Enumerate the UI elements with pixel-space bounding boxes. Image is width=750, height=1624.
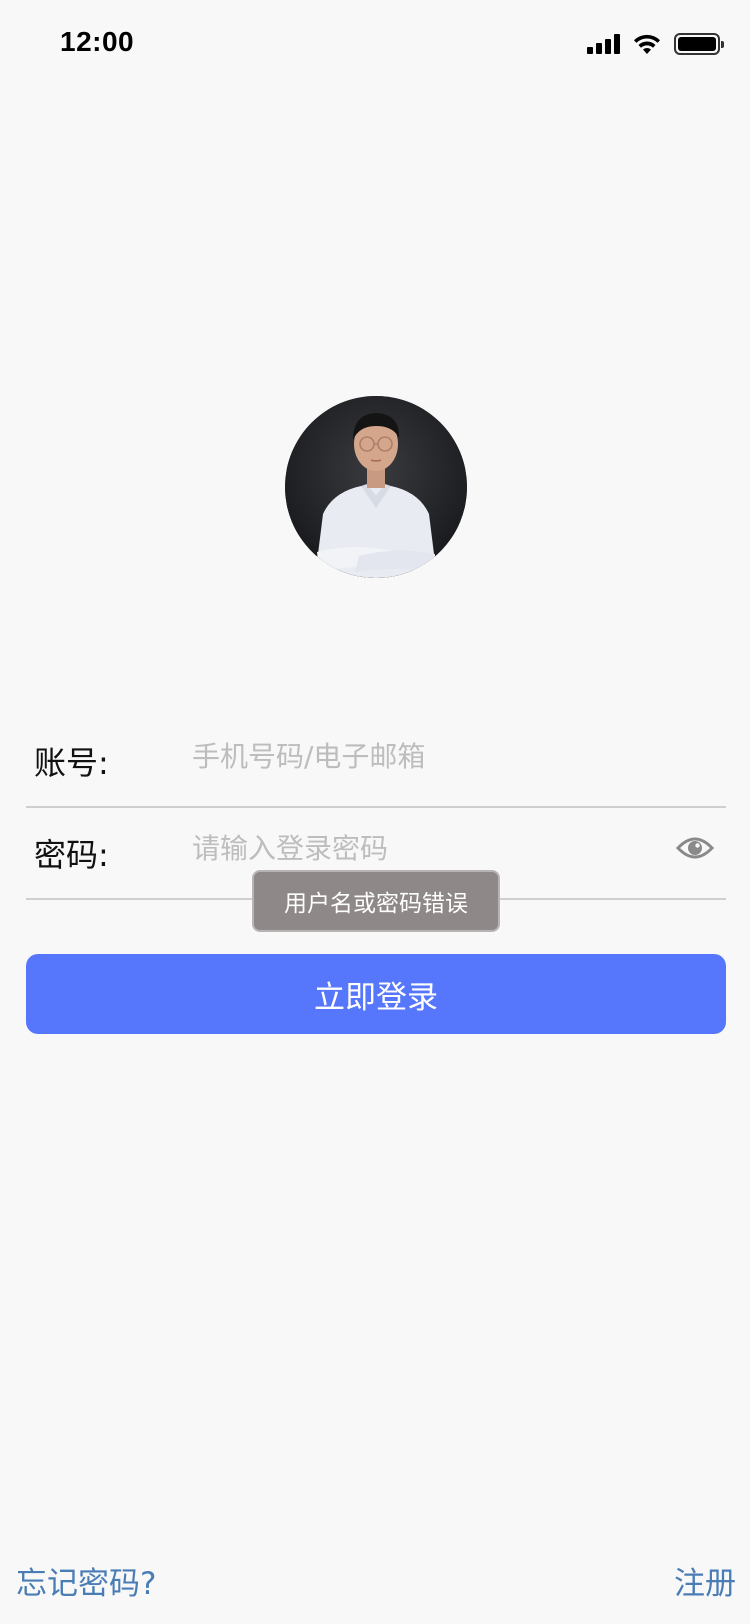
user-avatar-photo xyxy=(285,396,467,578)
account-input[interactable] xyxy=(192,728,652,784)
forgot-password-link[interactable]: 忘记密码? xyxy=(16,1558,156,1603)
login-button[interactable]: 立即登录 xyxy=(26,954,726,1034)
account-label: 账号: xyxy=(34,744,109,782)
status-icons xyxy=(587,30,724,58)
battery-icon xyxy=(674,33,724,55)
eye-icon[interactable] xyxy=(676,834,714,862)
account-row: 账号: xyxy=(26,716,726,808)
password-label: 密码: xyxy=(34,836,109,874)
wifi-icon xyxy=(634,34,660,54)
password-input[interactable] xyxy=(192,820,652,876)
status-time: 12:00 xyxy=(60,26,135,57)
avatar xyxy=(285,396,467,578)
status-bar: 12:00 xyxy=(0,0,750,90)
cellular-signal-icon xyxy=(587,34,620,54)
error-toast: 用户名或密码错误 xyxy=(252,870,500,932)
register-link[interactable]: 注册 xyxy=(674,1558,736,1603)
